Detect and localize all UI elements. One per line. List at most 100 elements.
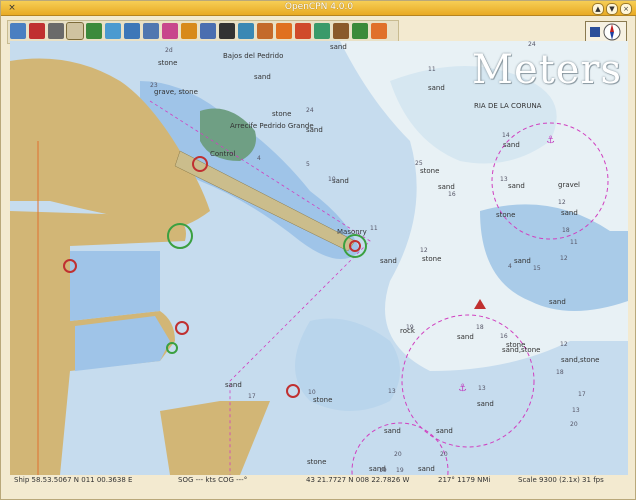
help-icon[interactable] [200,23,216,39]
layers-icon[interactable] [257,23,273,39]
place-label: RIA DE LA CORUNA [474,102,542,110]
window-scroll-up-icon[interactable]: ▲ [592,3,604,15]
seabed-label: grave, stone [154,88,198,96]
depth-sounding: 16 [500,333,508,340]
sog-cog: SOG --- kts COG ---° [178,476,248,484]
seabed-label: sand,stone [561,356,600,364]
nautical-chart[interactable]: ⚓ ⚓ Meters Bajos del Pedrido RIA DE LA C… [10,41,628,475]
seabed-label: sand [549,298,566,306]
map-icon[interactable] [314,23,330,39]
depth-sounding: 18 [556,369,564,376]
depth-sounding: 12 [558,199,566,206]
place-label: Control [210,150,236,158]
title-bar[interactable]: × OpenCPN 4.0.0 ▲ ▼ × [1,1,636,16]
place-label: Arrecife Pedrido Grande [230,122,314,130]
depth-sounding: 15 [533,265,541,272]
seabed-label: sand [428,84,445,92]
seabed-label: sand [418,465,435,473]
zoom-out-icon[interactable] [124,23,140,39]
depth-sounding: 13 [478,385,486,392]
seabed-label: stone [272,110,292,118]
seabed-label: sand,stone [502,346,541,354]
depth-sounding: 10 [328,176,336,183]
zoom-in-icon[interactable] [105,23,121,39]
route-icon[interactable] [10,23,26,39]
seabed-label: sand [330,43,347,51]
place-label: Masonry [337,228,367,236]
depth-sounding: 10 [308,389,316,396]
cursor-position: 43 21.7727 N 008 22.7826 W [306,476,410,484]
depth-sounding: 25 [415,160,423,167]
compass-widget[interactable] [585,21,627,43]
flag-icon[interactable] [276,23,292,39]
depth-sounding: 13 [572,407,580,414]
clock-icon[interactable] [333,23,349,39]
seabed-label: stone [420,167,440,175]
opencpn-window: × OpenCPN 4.0.0 ▲ ▼ × ⚓ ⚓ Meters Bajos d… [0,0,636,500]
depth-sounding: 19 [396,467,404,474]
depth-sounding: 11 [370,225,378,232]
seabed-label: sand [380,257,397,265]
window-title: OpenCPN 4.0.0 [284,2,354,12]
ship-green-icon[interactable] [86,23,102,39]
depth-sounding: 14 [502,132,510,139]
folder-icon[interactable] [181,23,197,39]
depth-sounding: 12 [560,255,568,262]
compass-icon [590,23,621,41]
depth-sounding: 17 [578,391,586,398]
seabed-label: stone [422,255,442,263]
depth-sounding: 24 [528,41,536,48]
depth-sounding: 19 [406,324,414,331]
depth-sounding: 20 [394,451,402,458]
depth-sounding: 13 [500,176,508,183]
window-close-button[interactable]: × [620,3,632,15]
text-icon[interactable] [66,22,84,40]
seabed-label: sand [306,126,323,134]
seabed-label: stone [496,211,516,219]
seabed-label: sand [436,427,453,435]
depth-sounding: 24 [306,107,314,114]
depth-sounding: 11 [428,66,436,73]
seabed-label: sand [438,183,455,191]
chart-scale: Scale 9300 (2.1x) 31 fps [518,476,604,484]
depth-sounding: 18 [476,324,484,331]
place-label: Bajos del Pedrido [223,52,284,60]
mob-icon[interactable] [371,23,387,39]
seabed-label: sand [508,182,525,190]
anchor-icon-north: ⚓ [546,135,555,146]
seabed-label: sand [477,400,494,408]
depth-sounding: 23 [150,82,158,89]
download-icon[interactable] [352,23,368,39]
seabed-label: gravel [558,181,581,189]
depth-sounding: 4 [257,155,261,162]
magnifier-icon[interactable] [219,23,235,39]
depth-sounding: 17 [248,393,256,400]
depth-sounding: 20 [570,421,578,428]
depth-sounding: 20 [440,451,448,458]
globe-icon[interactable] [238,23,254,39]
bookmark-icon[interactable] [295,23,311,39]
seabed-label: stone [313,396,333,404]
depth-sounding: 5 [306,161,310,168]
depth-sounding: 4 [508,263,512,270]
seabed-label: sand [561,209,578,217]
seabed-label: sand [457,333,474,341]
seabed-label: sand [514,257,531,265]
seabed-label: sand [384,427,401,435]
seabed-label: sand [225,381,242,389]
pencil-icon[interactable] [48,23,64,39]
checkbox-icon[interactable] [143,23,159,39]
depth-sounding: 2d [165,47,173,54]
anchor-icon-south: ⚓ [458,383,467,394]
harbour-basin [70,251,160,321]
tide-icon[interactable] [162,23,178,39]
seabed-label: sand [254,73,271,81]
seabed-label: stone [158,59,178,67]
depth-unit-watermark: Meters [472,47,623,93]
ship-red-icon[interactable] [29,23,45,39]
seabed-label: sand [503,141,520,149]
window-scroll-down-icon[interactable]: ▼ [606,3,618,15]
depth-sounding: 18 [562,227,570,234]
depth-sounding: 12 [560,341,568,348]
ship-position: Ship 58.53.5067 N 011 00.3638 E [14,476,133,484]
